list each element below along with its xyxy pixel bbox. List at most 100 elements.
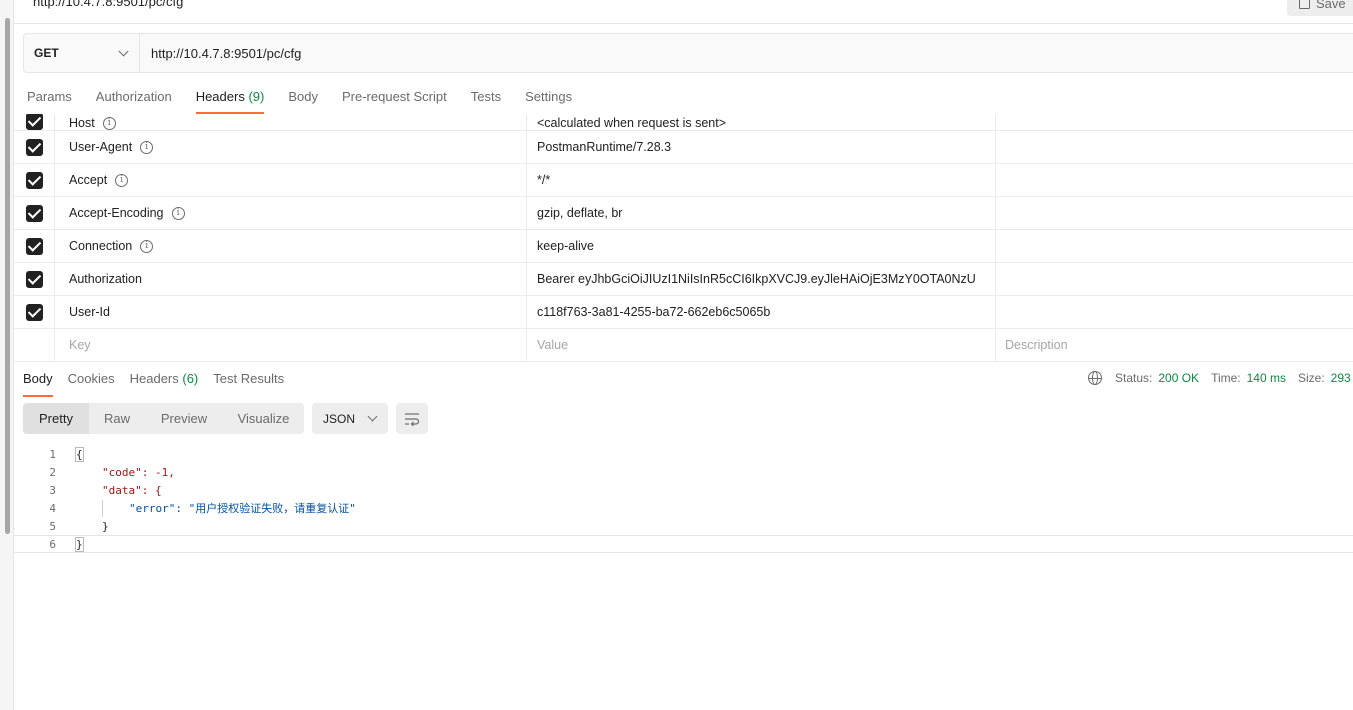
header-value[interactable]: keep-alive: [537, 239, 594, 253]
header-description[interactable]: [996, 263, 1353, 295]
code-text: "error": "用户授权验证失败，请重复认证": [129, 500, 356, 516]
header-description[interactable]: [996, 197, 1353, 229]
line-number: 4: [49, 501, 56, 515]
info-icon[interactable]: i: [140, 140, 154, 154]
headers-table: Host i <calculated when request is sent> …: [14, 114, 1353, 362]
code-text: }: [102, 519, 109, 533]
tab-body[interactable]: Body: [288, 86, 318, 114]
tab-test-results[interactable]: Test Results: [213, 369, 284, 397]
line-number: 5: [49, 519, 56, 533]
format-select[interactable]: JSON: [312, 403, 388, 434]
header-value[interactable]: */*: [537, 173, 550, 187]
header-key[interactable]: Connection: [69, 239, 132, 253]
header-description[interactable]: [996, 164, 1353, 196]
info-icon[interactable]: i: [102, 117, 116, 130]
status-label: Status:: [1115, 371, 1153, 385]
checkbox-checked-icon[interactable]: [25, 171, 43, 189]
chevron-down-icon: [118, 46, 129, 56]
checkbox-checked-icon[interactable]: [25, 138, 43, 156]
time-value[interactable]: 140 ms: [1247, 371, 1286, 385]
code-line: 3 "data": {: [14, 481, 1353, 499]
new-value-input[interactable]: Value: [527, 329, 996, 361]
url-input[interactable]: [140, 34, 1353, 72]
table-row: Authorization Bearer eyJhbGciOiJIUzI1NiI…: [14, 263, 1353, 296]
table-row: Connection i keep-alive: [14, 230, 1353, 263]
checkbox-checked-icon[interactable]: [25, 204, 43, 222]
save-button[interactable]: Save: [1287, 0, 1353, 16]
tab-response-body[interactable]: Body: [23, 369, 53, 397]
code-line: 4 "error": "用户授权验证失败，请重复认证": [14, 499, 1353, 517]
request-title-bar: http://10.4.7.8:9501/pc/cfg Save: [14, 0, 1353, 24]
tab-authorization[interactable]: Authorization: [96, 86, 172, 114]
table-row: Accept i */*: [14, 164, 1353, 197]
chevron-down-icon: [367, 411, 378, 422]
scrollbar-thumb[interactable]: [5, 18, 10, 534]
header-key[interactable]: Authorization: [69, 272, 142, 286]
header-value[interactable]: PostmanRuntime/7.28.3: [537, 140, 671, 154]
tab-settings[interactable]: Settings: [525, 86, 572, 114]
request-title: http://10.4.7.8:9501/pc/cfg: [33, 0, 184, 9]
header-description[interactable]: [996, 131, 1353, 163]
header-key[interactable]: Accept-Encoding: [69, 206, 164, 220]
checkbox-checked-icon[interactable]: [25, 270, 43, 288]
header-key[interactable]: Host: [69, 116, 95, 130]
header-description[interactable]: [996, 230, 1353, 262]
code-line: 2 "code": -1,: [14, 463, 1353, 481]
code-text: }: [75, 536, 84, 552]
view-pretty[interactable]: Pretty: [23, 403, 89, 434]
code-line-current: 6 }: [14, 535, 1353, 553]
table-row: Host i <calculated when request is sent>: [14, 114, 1353, 131]
table-row: Accept-Encoding i gzip, deflate, br: [14, 197, 1353, 230]
json-data-line: "data": {: [102, 483, 162, 497]
tab-pre-request-script[interactable]: Pre-request Script: [342, 86, 447, 114]
time-label: Time:: [1211, 371, 1241, 385]
checkbox-checked-icon[interactable]: [25, 114, 43, 130]
vertical-scrollbar[interactable]: [0, 0, 14, 710]
view-preview[interactable]: Preview: [145, 403, 223, 434]
checkbox-checked-icon[interactable]: [25, 237, 43, 255]
header-value[interactable]: Bearer eyJhbGciOiJIUzI1NiIsInR5cCI6IkpXV…: [537, 272, 976, 286]
header-description[interactable]: [996, 296, 1353, 328]
url-bar: GET: [23, 33, 1353, 73]
json-code-line: "code": -1,: [102, 465, 175, 479]
header-key[interactable]: Accept: [69, 173, 107, 187]
info-icon[interactable]: i: [115, 173, 129, 187]
tab-headers[interactable]: Headers (9): [195, 86, 265, 114]
checkbox-checked-icon[interactable]: [25, 303, 43, 321]
new-description-input[interactable]: Description: [996, 329, 1353, 361]
size-label: Size:: [1297, 371, 1325, 385]
tab-params[interactable]: Params: [27, 86, 72, 114]
header-value[interactable]: c118f763-3a81-4255-ba72-662eb6c5065b: [537, 305, 770, 319]
header-key[interactable]: User-Agent: [69, 140, 132, 154]
tab-response-cookies[interactable]: Cookies: [68, 369, 115, 397]
save-label: Save: [1316, 0, 1346, 11]
format-label: JSON: [323, 411, 356, 426]
code-line: 1 {: [14, 445, 1353, 463]
header-value[interactable]: <calculated when request is sent>: [537, 116, 726, 130]
tab-response-headers[interactable]: Headers (6): [130, 369, 199, 397]
wrap-lines-button[interactable]: [396, 403, 428, 434]
header-description[interactable]: [996, 114, 1353, 130]
size-value[interactable]: 293 B: [1331, 371, 1353, 385]
info-icon[interactable]: i: [171, 206, 185, 220]
status-value[interactable]: 200 OK: [1158, 371, 1199, 385]
info-icon[interactable]: i: [140, 239, 154, 253]
tab-tests[interactable]: Tests: [471, 86, 501, 114]
code-text: "data": {: [102, 484, 162, 497]
view-raw[interactable]: Raw: [89, 403, 145, 434]
response-body-editor[interactable]: 1 { 2 "code": -1, 3 "data": { 4 "error":…: [14, 445, 1353, 553]
view-visualize[interactable]: Visualize: [223, 403, 304, 434]
code-line: 5 }: [14, 517, 1353, 535]
globe-icon[interactable]: [1088, 371, 1102, 385]
request-tabs: Params Authorization Headers (9) Body Pr…: [27, 86, 572, 114]
json-error-line: "error": "用户授权验证失败，请重复认证": [129, 502, 356, 515]
headers-count: (9): [248, 89, 265, 104]
header-value[interactable]: gzip, deflate, br: [537, 206, 622, 220]
header-key[interactable]: User-Id: [69, 305, 110, 319]
table-row: User-Agent i PostmanRuntime/7.28.3: [14, 131, 1353, 164]
method-select[interactable]: GET: [24, 34, 140, 72]
new-header-row: Key Value Description: [14, 329, 1353, 362]
new-key-input[interactable]: Key: [55, 329, 527, 361]
wrap-lines-icon: [405, 412, 420, 426]
save-icon: [1299, 0, 1310, 9]
